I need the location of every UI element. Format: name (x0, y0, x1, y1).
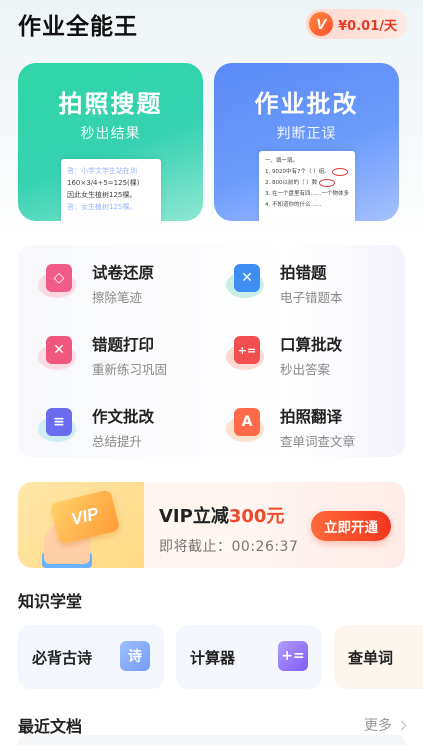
error-book-icon: ✕ (226, 264, 266, 298)
feature-label: 口算批改 (280, 336, 343, 354)
paper-line: 160×3/4÷5=125(棵) (67, 179, 140, 187)
vip-price-pill[interactable]: V ¥0.01/天 (306, 9, 407, 39)
knowledge-item-label: 查单词 (348, 648, 394, 667)
homework-check-card[interactable]: 作业批改 判断正误 一、填一填。 1. 9020中有7个（ ）组。 2. 800… (214, 63, 399, 221)
vip-discount-line: VIP立减300元 (159, 502, 298, 528)
knowledge-item-poems[interactable]: 必背古诗 诗 (18, 625, 164, 689)
vip-countdown: 即将截止：00:26:37 (159, 539, 299, 555)
calculator-icon: += (278, 641, 308, 671)
calculator-icon: += (226, 336, 266, 370)
recent-docs-header: 最近文档 更多 (0, 713, 423, 737)
vip-card-illustration: VIP (18, 482, 144, 568)
paper-line-with-mark: 1. 9020中有7个（ ）组。 (265, 167, 349, 178)
hero-cards: 拍照搜题 秒出结果 答：小学文学生站在圳 160×3/4÷5=125(棵) 因此… (0, 48, 423, 221)
poem-icon: 诗 (120, 641, 150, 671)
feature-label: 试卷还原 (92, 264, 155, 282)
knowledge-item-label: 计算器 (190, 648, 236, 667)
paper-line: 答：小学文学生站在圳 (67, 167, 137, 175)
vip-badge-icon: V (309, 12, 334, 36)
icon-square: ✕ (46, 336, 72, 364)
feature-photo-translate[interactable]: A 拍照翻译 查单词查文章 (226, 407, 356, 450)
feature-subtitle: 电子错题本 (280, 290, 343, 305)
paper-line-with-mark: 2. 800以前的（ ）数 (265, 178, 349, 189)
app-header: 作业全能王 V ¥0.01/天 (0, 0, 423, 48)
feature-label: 拍错题 (280, 264, 327, 282)
homework-paper-illustration: 答：小学文学生站在圳 160×3/4÷5=125(棵) 因此女生植树125棵。 … (61, 159, 161, 221)
vip-discount-amount: 300元 (228, 506, 285, 527)
translate-icon: A (226, 408, 266, 442)
essay-icon: ≡ (38, 408, 78, 442)
more-link[interactable]: 更多 (364, 715, 407, 735)
vip-price: ¥0.01/天 (338, 18, 397, 34)
red-circle-mark-icon (319, 178, 335, 187)
feature-subtitle: 查单词查文章 (280, 434, 356, 449)
paper-line: 因此女生植树125棵。 (67, 191, 137, 199)
feature-label: 拍照翻译 (280, 408, 343, 426)
feature-essay-check[interactable]: ≡ 作文批改 总结提升 (38, 407, 155, 450)
feature-subtitle: 重新练习巩固 (92, 362, 168, 377)
feature-mental-math[interactable]: += 口算批改 秒出答案 (226, 335, 343, 378)
feature-grid: ◇ 试卷还原 擦除笔迹 ✕ 拍错题 电子错题本 ✕ 错题打印 重新练习巩固 +=… (18, 245, 405, 457)
hero-subtitle: 秒出结果 (80, 126, 141, 142)
photo-search-card[interactable]: 拍照搜题 秒出结果 答：小学文学生站在圳 160×3/4÷5=125(棵) 因此… (18, 63, 203, 221)
knowledge-row[interactable]: 必背古诗 诗 计算器 += 查单词 (0, 625, 423, 689)
knowledge-item-label: 必背古诗 (32, 648, 93, 667)
feature-subtitle: 总结提升 (92, 434, 143, 449)
paper-line: 3. 在一个盘里有四……一个物体多 (265, 191, 349, 197)
icon-square: A (234, 408, 260, 436)
paper-line: 答：女生植树125棵。 (67, 203, 137, 211)
icon-square: ≡ (46, 408, 72, 436)
icon-square: += (234, 336, 260, 364)
vip-promo-text: VIP立减300元 即将截止：00:26:37 (159, 502, 298, 556)
paper-line: 1. 9020中有7个（ ）组。 (265, 169, 330, 175)
paper-line: 2. 800以前的（ ）数 (265, 180, 318, 186)
graded-paper-illustration: 一、填一填。 1. 9020中有7个（ ）组。 2. 800以前的（ ）数 3.… (259, 151, 355, 221)
icon-square: ◇ (46, 264, 72, 292)
app-title: 作业全能王 (18, 14, 138, 40)
icon-square: ✕ (234, 264, 260, 292)
chevron-right-icon (396, 720, 407, 730)
feature-label: 作文批改 (92, 408, 155, 426)
hero-title: 拍照搜题 (58, 90, 163, 118)
feature-photo-errors[interactable]: ✕ 拍错题 电子错题本 (226, 263, 343, 306)
red-circle-mark-icon (331, 167, 348, 176)
paper-line: 4. 不知道你的什么…… (265, 202, 322, 208)
feature-label: 错题打印 (92, 336, 155, 354)
knowledge-section-title: 知识学堂 (18, 592, 83, 611)
knowledge-item-dictionary[interactable]: 查单词 (334, 625, 423, 689)
more-label: 更多 (364, 718, 392, 734)
printer-icon: ✕ (38, 336, 78, 370)
feature-paper-restore[interactable]: ◇ 试卷还原 擦除笔迹 (38, 263, 155, 306)
hero-subtitle: 判断正误 (276, 126, 337, 142)
vip-promo-banner[interactable]: VIP VIP立减300元 即将截止：00:26:37 立即开通 (18, 482, 405, 568)
vip-card-icon: VIP (49, 489, 121, 545)
eraser-icon: ◇ (38, 264, 78, 298)
vip-discount-prefix: VIP立减 (159, 506, 229, 527)
knowledge-item-calculator[interactable]: 计算器 += (176, 625, 322, 689)
feature-subtitle: 秒出答案 (280, 362, 331, 377)
recent-docs-title: 最近文档 (18, 717, 83, 736)
activate-vip-button[interactable]: 立即开通 (311, 511, 391, 541)
feature-subtitle: 擦除笔迹 (92, 290, 143, 305)
hero-title: 作业批改 (254, 90, 359, 118)
paper-line: 一、填一填。 (265, 158, 299, 164)
feature-error-print[interactable]: ✕ 错题打印 重新练习巩固 (38, 335, 168, 378)
